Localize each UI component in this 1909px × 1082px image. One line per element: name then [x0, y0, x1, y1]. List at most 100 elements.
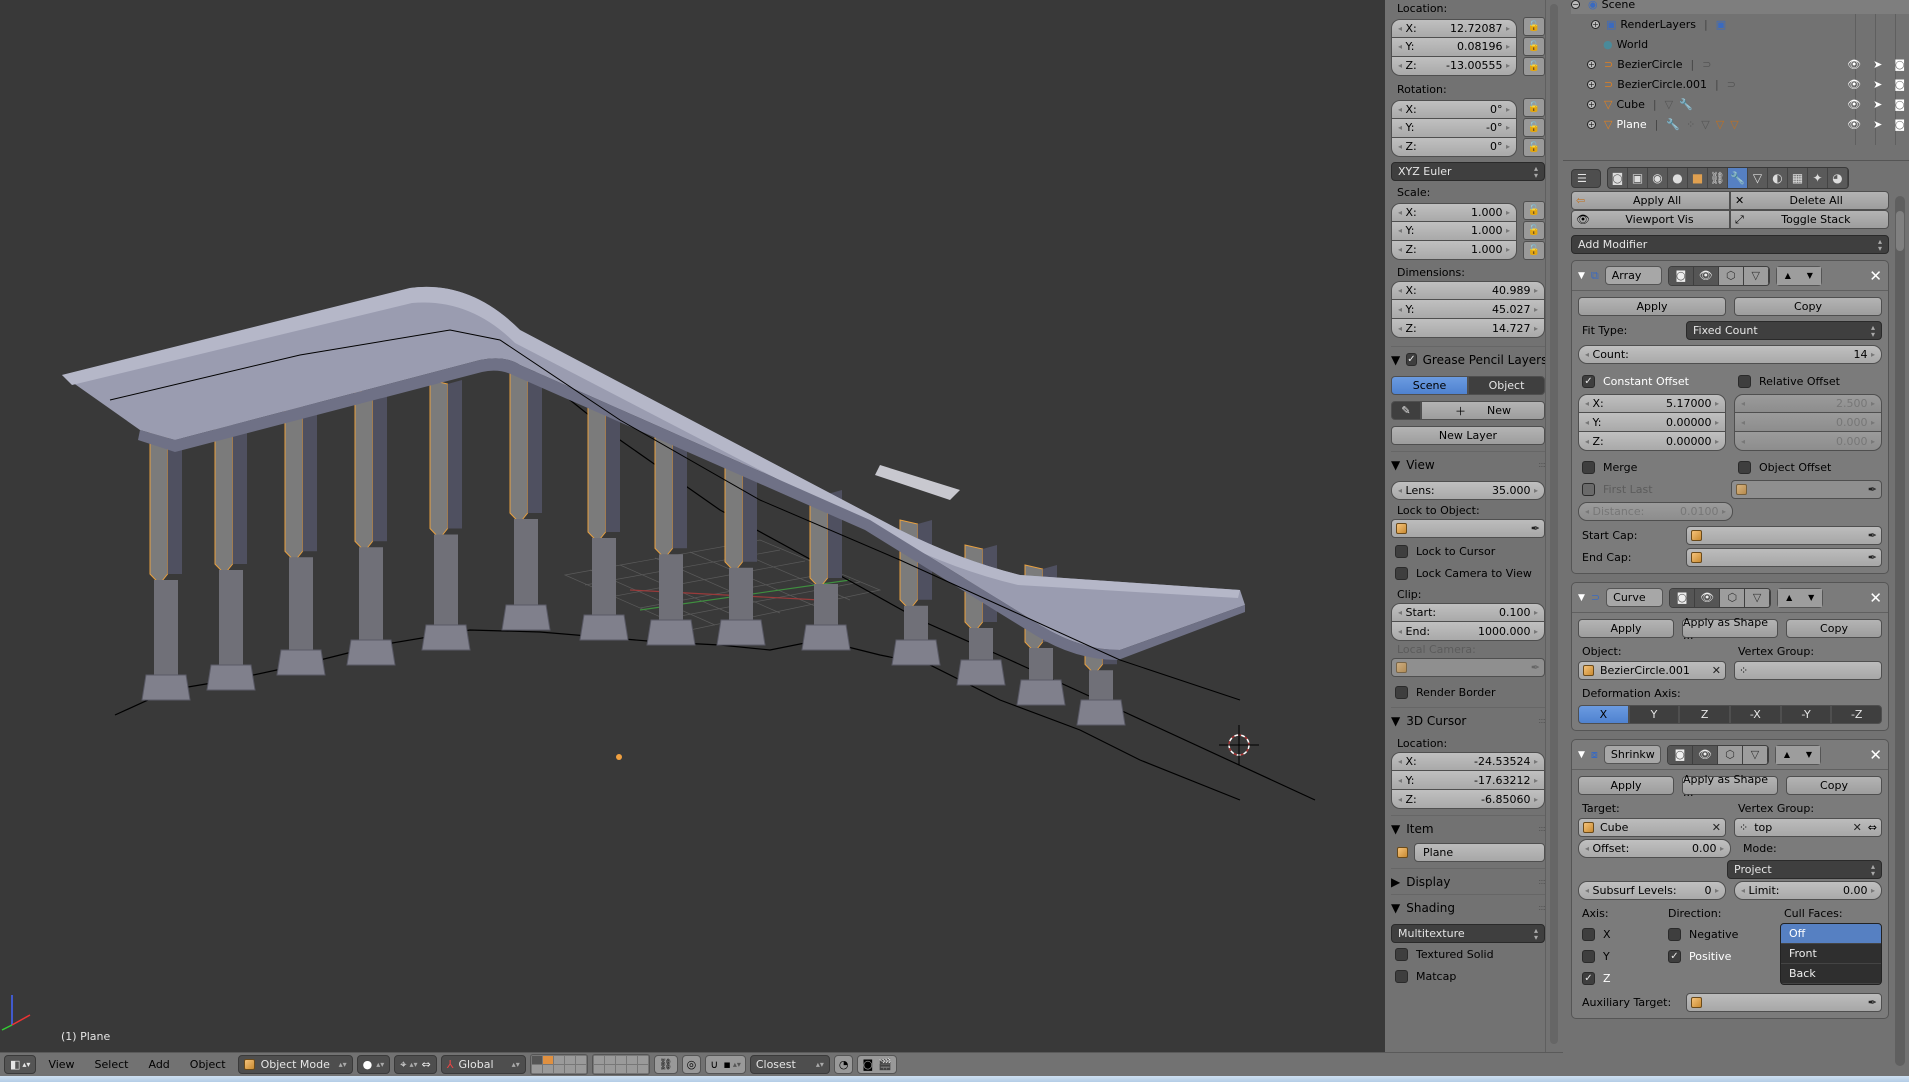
eyedropper-icon[interactable]: ✒	[1868, 483, 1877, 496]
location-y-field[interactable]: ◂ Y: 0.08196 ▸	[1391, 37, 1517, 57]
camera-render-icon[interactable]: ◙	[1894, 118, 1905, 131]
render-layers-tab-icon[interactable]: ▣	[1628, 168, 1648, 188]
object-tab-icon[interactable]: ■	[1688, 168, 1708, 188]
grease-pencil-header[interactable]: ▼ ✓ Grease Pencil Layers	[1391, 346, 1547, 372]
snap-toggle-button[interactable]: ∪ ▪ ▴▾	[705, 1055, 746, 1074]
editmode-toggle-icon[interactable]: ⬡	[1720, 588, 1746, 607]
lock-camera-to-view-checkbox[interactable]: Lock Camera to View	[1391, 562, 1545, 584]
cursor-x-field[interactable]: ◂ X: -24.53524 ▸	[1391, 752, 1545, 771]
menu-select[interactable]: Select	[87, 1058, 137, 1071]
render-border-checkbox[interactable]: Render Border	[1391, 681, 1545, 703]
render-toggle-icon[interactable]: ◙	[1667, 745, 1693, 764]
view-panel-header[interactable]: ▼ View::::	[1391, 451, 1546, 477]
offset-field[interactable]: ◂ Offset: 0.00 ▸	[1578, 839, 1731, 858]
delete-all-button[interactable]: ✕ Delete All	[1730, 191, 1889, 210]
shading-mode-dropdown[interactable]: Multitexture ▴ ▾	[1391, 924, 1545, 943]
target-field[interactable]: Cube ✕	[1578, 818, 1726, 837]
move-down-icon[interactable]: ▼	[1800, 588, 1823, 607]
axis-y-checkbox[interactable]: Y	[1578, 945, 1658, 967]
expand-icon[interactable]: +	[1591, 19, 1600, 29]
collapse-icon[interactable]: −	[1571, 0, 1580, 9]
transform-orientation-dropdown[interactable]: ⅄ Global ▴▾	[440, 1055, 526, 1074]
dimensions-z-field[interactable]: ◂ Z: 14.727 ▸	[1391, 319, 1545, 338]
toggle-stack-button[interactable]: ⤢ Toggle Stack	[1730, 210, 1889, 229]
menu-view[interactable]: View	[40, 1058, 82, 1071]
camera-render-icon[interactable]: ◙	[1894, 58, 1905, 71]
clear-x-icon[interactable]: ✕	[1712, 664, 1721, 677]
outliner-item-cube[interactable]: + ▽ Cube | ▽ 🔧 👁 ➤ ◙	[1587, 94, 1909, 114]
axis-y-option[interactable]: Y	[1628, 705, 1680, 724]
dimensions-x-field[interactable]: ◂ X: 40.989 ▸	[1391, 281, 1545, 300]
properties-scrollbar[interactable]	[1895, 196, 1905, 1066]
scale-x-field[interactable]: ◂ X: 1.000 ▸	[1391, 202, 1517, 222]
rotation-mode-dropdown[interactable]: XYZ Euler ▴ ▾	[1391, 162, 1545, 181]
gp-new-button[interactable]: ＋ New	[1421, 401, 1545, 420]
axis-neg-z-option[interactable]: -Z	[1831, 705, 1883, 724]
collapse-triangle-icon[interactable]: ▼	[1578, 750, 1585, 760]
outliner-item-plane[interactable]: + ▽ Plane | 🔧 ⁘ ▽ ▽ ▽ 👁 ➤ ◙	[1587, 114, 1909, 134]
axis-x-checkbox[interactable]: X	[1578, 923, 1658, 945]
remove-modifier-icon[interactable]: ✕	[1869, 267, 1882, 285]
viewport-toggle-icon[interactable]: 👁	[1695, 588, 1721, 607]
mode-dropdown[interactable]: Object Mode ▴▾	[237, 1055, 353, 1074]
texture-tab-icon[interactable]: ▦	[1788, 168, 1808, 188]
cage-toggle-icon[interactable]: ▽	[1743, 266, 1769, 285]
clip-end-field[interactable]: ◂ End: 1000.000 ▸	[1391, 622, 1545, 641]
editor-type-button[interactable]: ◧ ▴▾	[4, 1055, 37, 1074]
cage-toggle-icon[interactable]: ▽	[1742, 745, 1768, 764]
move-up-icon[interactable]: ▲	[1778, 588, 1801, 607]
rotation-z-field[interactable]: ◂ Z: 0° ▸	[1391, 137, 1517, 157]
outliner-item-beziercircle-001[interactable]: + ⊃ BezierCircle.001 | ⊃ 👁 ➤ ◙	[1587, 74, 1909, 94]
lock-icon[interactable]: 🔓	[1523, 221, 1545, 240]
menu-object[interactable]: Object	[182, 1058, 234, 1071]
physics-tab-icon[interactable]: ◕	[1828, 168, 1848, 188]
render-toggle-icon[interactable]: ◙	[1668, 266, 1694, 285]
snap-target-dropdown[interactable]: Closest ▴▾	[749, 1055, 830, 1074]
shrinkwrap-vgroup-field[interactable]: ⁘ top ✕ ⇔	[1734, 818, 1882, 837]
grease-pencil-checkbox[interactable]: ✓	[1406, 353, 1417, 366]
location-x-field[interactable]: ◂ X: 12.72087 ▸	[1391, 18, 1517, 38]
item-panel-header[interactable]: ▼ Item::::	[1391, 815, 1546, 841]
clip-start-field[interactable]: ◂ Start: 0.100 ▸	[1391, 603, 1545, 622]
snap-align-rotation-button[interactable]: ◔	[833, 1055, 854, 1074]
render-opengl-button[interactable]: ◙ 🎬	[857, 1055, 897, 1074]
camera-render-icon[interactable]: ◙	[1894, 78, 1905, 91]
outliner-item-renderlayers[interactable]: + ▣ RenderLayers | ▣	[1591, 14, 1909, 34]
scale-z-field[interactable]: ◂ Z: 1.000 ▸	[1391, 240, 1517, 260]
negative-checkbox[interactable]: Negative	[1664, 923, 1774, 945]
outliner-item-scene[interactable]: − ◉ Scene	[1571, 0, 1909, 14]
camera-render-icon[interactable]: ◙	[1894, 98, 1905, 111]
shading-panel-header[interactable]: ▼ Shading::::	[1391, 894, 1546, 920]
editmode-toggle-icon[interactable]: ⬡	[1718, 266, 1744, 285]
eye-icon[interactable]: 👁	[1847, 98, 1861, 111]
proportional-edit-button[interactable]: ◎	[681, 1055, 702, 1074]
render-tab-icon[interactable]: ◙	[1608, 168, 1628, 188]
axis-x-option[interactable]: X	[1578, 705, 1629, 724]
eyedropper-icon[interactable]: ✒	[1531, 522, 1540, 535]
lock-icon[interactable]: 🔓	[1523, 57, 1545, 76]
cursor-z-field[interactable]: ◂ Z: -6.85060 ▸	[1391, 790, 1545, 809]
curve-copy-button[interactable]: Copy	[1786, 619, 1882, 638]
positive-checkbox[interactable]: ✓ Positive	[1664, 945, 1774, 967]
array-copy-button[interactable]: Copy	[1734, 297, 1882, 316]
constant-y-field[interactable]: ◂ Y: 0.00000 ▸	[1578, 413, 1726, 432]
lock-camera-layers-button[interactable]: ⛓	[653, 1055, 678, 1074]
cursor-select-icon[interactable]: ➤	[1873, 118, 1882, 131]
axis-z-option[interactable]: Z	[1679, 705, 1731, 724]
scale-y-field[interactable]: ◂ Y: 1.000 ▸	[1391, 221, 1517, 241]
shelf-scrollbar[interactable]	[1545, 0, 1563, 1052]
manipulator-icon[interactable]: ⇔	[421, 1058, 430, 1071]
lock-icon[interactable]: 🔓	[1523, 201, 1545, 220]
end-cap-field[interactable]: ✒	[1686, 548, 1882, 567]
outliner-item-world[interactable]: ● World	[1603, 34, 1909, 54]
3d-cursor-header[interactable]: ▼ 3D Cursor::::	[1391, 707, 1546, 733]
cull-off-option[interactable]: Off	[1781, 924, 1881, 944]
viewport-toggle-icon[interactable]: 👁	[1693, 266, 1719, 285]
scene-tab-icon[interactable]: ◉	[1648, 168, 1668, 188]
shrinkwrap-name-field[interactable]: Shrinkw	[1603, 745, 1661, 764]
invert-arrows-icon[interactable]: ⇔	[1868, 821, 1877, 834]
add-modifier-dropdown[interactable]: Add Modifier ▴ ▾	[1571, 235, 1889, 254]
curve-name-field[interactable]: Curve	[1606, 588, 1664, 607]
expand-icon[interactable]: +	[1587, 79, 1596, 89]
cage-toggle-icon[interactable]: ▽	[1745, 588, 1771, 607]
